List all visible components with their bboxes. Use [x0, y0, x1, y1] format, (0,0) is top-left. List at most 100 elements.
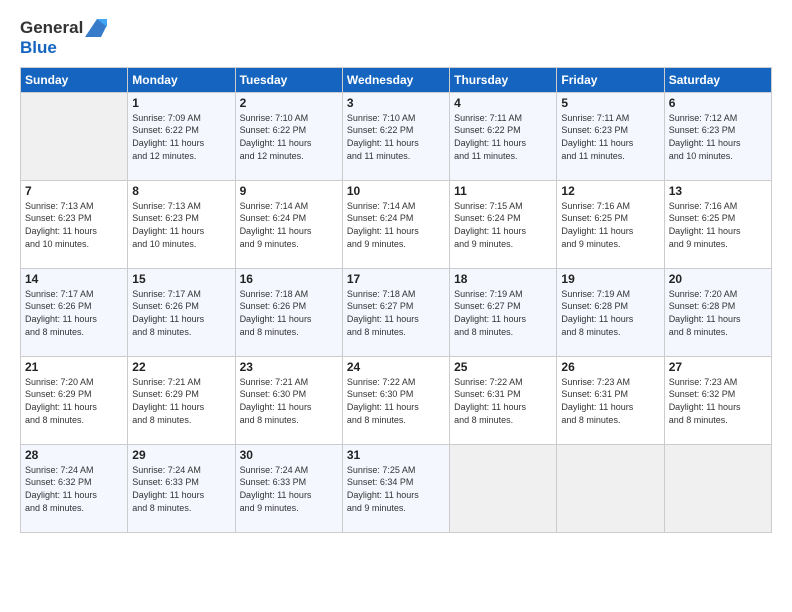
calendar-cell: 3 Sunrise: 7:10 AM Sunset: 6:22 PM Daylig… — [342, 92, 449, 180]
day-header-thursday: Thursday — [450, 67, 557, 92]
day-number: 7 — [25, 184, 123, 198]
day-info: Sunrise: 7:19 AM Sunset: 6:27 PM Dayligh… — [454, 288, 552, 338]
day-info: Sunrise: 7:25 AM Sunset: 6:34 PM Dayligh… — [347, 464, 445, 514]
day-info: Sunrise: 7:13 AM Sunset: 6:23 PM Dayligh… — [25, 200, 123, 250]
day-info: Sunrise: 7:17 AM Sunset: 6:26 PM Dayligh… — [132, 288, 230, 338]
day-number: 27 — [669, 360, 767, 374]
day-header-wednesday: Wednesday — [342, 67, 449, 92]
calendar-cell: 12 Sunrise: 7:16 AM Sunset: 6:25 PM Dayli… — [557, 180, 664, 268]
day-number: 23 — [240, 360, 338, 374]
day-info: Sunrise: 7:19 AM Sunset: 6:28 PM Dayligh… — [561, 288, 659, 338]
logo-blue: Blue — [20, 38, 57, 58]
day-number: 10 — [347, 184, 445, 198]
calendar-cell: 29Sunrise: 7:24 AM Sunset: 6:33 PM Dayli… — [128, 444, 235, 532]
calendar-cell: 1 Sunrise: 7:09 AM Sunset: 6:22 PM Daylig… — [128, 92, 235, 180]
day-info: Sunrise: 7:16 AM Sunset: 6:25 PM Dayligh… — [669, 200, 767, 250]
day-info: Sunrise: 7:09 AM Sunset: 6:22 PM Dayligh… — [132, 112, 230, 162]
day-info: Sunrise: 7:11 AM Sunset: 6:22 PM Dayligh… — [454, 112, 552, 162]
calendar-cell: 23 Sunrise: 7:21 AM Sunset: 6:30 PM Dayli… — [235, 356, 342, 444]
day-info: Sunrise: 7:13 AM Sunset: 6:23 PM Dayligh… — [132, 200, 230, 250]
day-info: Sunrise: 7:16 AM Sunset: 6:25 PM Dayligh… — [561, 200, 659, 250]
day-info: Sunrise: 7:23 AM Sunset: 6:32 PM Dayligh… — [669, 376, 767, 426]
calendar-cell: 17 Sunrise: 7:18 AM Sunset: 6:27 PM Dayli… — [342, 268, 449, 356]
calendar-cell: 27 Sunrise: 7:23 AM Sunset: 6:32 PM Dayli… — [664, 356, 771, 444]
day-number: 20 — [669, 272, 767, 286]
day-header-monday: Monday — [128, 67, 235, 92]
calendar-cell: 8 Sunrise: 7:13 AM Sunset: 6:23 PM Daylig… — [128, 180, 235, 268]
day-info: Sunrise: 7:17 AM Sunset: 6:26 PM Dayligh… — [25, 288, 123, 338]
day-number: 8 — [132, 184, 230, 198]
calendar-cell: 6 Sunrise: 7:12 AM Sunset: 6:23 PM Daylig… — [664, 92, 771, 180]
calendar-cell: 14 Sunrise: 7:17 AM Sunset: 6:26 PM Dayli… — [21, 268, 128, 356]
day-number: 21 — [25, 360, 123, 374]
calendar-cell: 13 Sunrise: 7:16 AM Sunset: 6:25 PM Dayli… — [664, 180, 771, 268]
day-info: Sunrise: 7:24 AM Sunset: 6:33 PM Dayligh… — [132, 464, 230, 514]
day-number: 14 — [25, 272, 123, 286]
day-number: 13 — [669, 184, 767, 198]
day-number: 2 — [240, 96, 338, 110]
calendar-cell: 21 Sunrise: 7:20 AM Sunset: 6:29 PM Dayli… — [21, 356, 128, 444]
day-info: Sunrise: 7:10 AM Sunset: 6:22 PM Dayligh… — [347, 112, 445, 162]
day-number: 9 — [240, 184, 338, 198]
calendar-cell: 28 Sunrise: 7:24 AM Sunset: 6:32 PM Dayli… — [21, 444, 128, 532]
calendar-cell: 26Sunrise: 7:23 AM Sunset: 6:31 PM Dayli… — [557, 356, 664, 444]
day-number: 5 — [561, 96, 659, 110]
logo-general: General — [20, 18, 83, 38]
calendar-cell: 9 Sunrise: 7:14 AM Sunset: 6:24 PM Daylig… — [235, 180, 342, 268]
day-info: Sunrise: 7:24 AM Sunset: 6:32 PM Dayligh… — [25, 464, 123, 514]
calendar-cell: 15Sunrise: 7:17 AM Sunset: 6:26 PM Dayli… — [128, 268, 235, 356]
day-number: 11 — [454, 184, 552, 198]
calendar-cell: 11 Sunrise: 7:15 AM Sunset: 6:24 PM Dayli… — [450, 180, 557, 268]
day-info: Sunrise: 7:22 AM Sunset: 6:31 PM Dayligh… — [454, 376, 552, 426]
calendar-cell — [557, 444, 664, 532]
calendar-cell — [450, 444, 557, 532]
day-info: Sunrise: 7:18 AM Sunset: 6:27 PM Dayligh… — [347, 288, 445, 338]
day-info: Sunrise: 7:23 AM Sunset: 6:31 PM Dayligh… — [561, 376, 659, 426]
calendar-cell: 22Sunrise: 7:21 AM Sunset: 6:29 PM Dayli… — [128, 356, 235, 444]
day-number: 1 — [132, 96, 230, 110]
calendar-cell: 24 Sunrise: 7:22 AM Sunset: 6:30 PM Dayli… — [342, 356, 449, 444]
logo: General Blue — [20, 18, 107, 59]
day-header-sunday: Sunday — [21, 67, 128, 92]
day-number: 24 — [347, 360, 445, 374]
day-number: 25 — [454, 360, 552, 374]
day-number: 6 — [669, 96, 767, 110]
calendar-cell: 2 Sunrise: 7:10 AM Sunset: 6:22 PM Daylig… — [235, 92, 342, 180]
day-info: Sunrise: 7:24 AM Sunset: 6:33 PM Dayligh… — [240, 464, 338, 514]
day-info: Sunrise: 7:10 AM Sunset: 6:22 PM Dayligh… — [240, 112, 338, 162]
day-header-tuesday: Tuesday — [235, 67, 342, 92]
day-number: 12 — [561, 184, 659, 198]
calendar-cell: 5 Sunrise: 7:11 AM Sunset: 6:23 PM Daylig… — [557, 92, 664, 180]
calendar-cell: 25 Sunrise: 7:22 AM Sunset: 6:31 PM Dayli… — [450, 356, 557, 444]
day-info: Sunrise: 7:11 AM Sunset: 6:23 PM Dayligh… — [561, 112, 659, 162]
calendar-cell: 19 Sunrise: 7:19 AM Sunset: 6:28 PM Dayli… — [557, 268, 664, 356]
calendar-cell: 30Sunrise: 7:24 AM Sunset: 6:33 PM Dayli… — [235, 444, 342, 532]
day-number: 28 — [25, 448, 123, 462]
calendar-cell: 4 Sunrise: 7:11 AM Sunset: 6:22 PM Daylig… — [450, 92, 557, 180]
day-info: Sunrise: 7:14 AM Sunset: 6:24 PM Dayligh… — [347, 200, 445, 250]
day-number: 31 — [347, 448, 445, 462]
day-info: Sunrise: 7:20 AM Sunset: 6:29 PM Dayligh… — [25, 376, 123, 426]
calendar-cell: 7 Sunrise: 7:13 AM Sunset: 6:23 PM Daylig… — [21, 180, 128, 268]
day-number: 3 — [347, 96, 445, 110]
day-info: Sunrise: 7:14 AM Sunset: 6:24 PM Dayligh… — [240, 200, 338, 250]
day-info: Sunrise: 7:22 AM Sunset: 6:30 PM Dayligh… — [347, 376, 445, 426]
day-info: Sunrise: 7:18 AM Sunset: 6:26 PM Dayligh… — [240, 288, 338, 338]
day-number: 16 — [240, 272, 338, 286]
calendar-cell — [21, 92, 128, 180]
day-info: Sunrise: 7:21 AM Sunset: 6:30 PM Dayligh… — [240, 376, 338, 426]
day-number: 17 — [347, 272, 445, 286]
day-number: 19 — [561, 272, 659, 286]
day-number: 22 — [132, 360, 230, 374]
calendar: SundayMondayTuesdayWednesdayThursdayFrid… — [20, 67, 772, 533]
calendar-cell: 31 Sunrise: 7:25 AM Sunset: 6:34 PM Dayli… — [342, 444, 449, 532]
day-header-saturday: Saturday — [664, 67, 771, 92]
day-info: Sunrise: 7:12 AM Sunset: 6:23 PM Dayligh… — [669, 112, 767, 162]
calendar-cell — [664, 444, 771, 532]
calendar-cell: 10 Sunrise: 7:14 AM Sunset: 6:24 PM Dayli… — [342, 180, 449, 268]
day-info: Sunrise: 7:20 AM Sunset: 6:28 PM Dayligh… — [669, 288, 767, 338]
day-info: Sunrise: 7:15 AM Sunset: 6:24 PM Dayligh… — [454, 200, 552, 250]
day-number: 18 — [454, 272, 552, 286]
day-number: 4 — [454, 96, 552, 110]
logo-icon — [85, 19, 107, 37]
